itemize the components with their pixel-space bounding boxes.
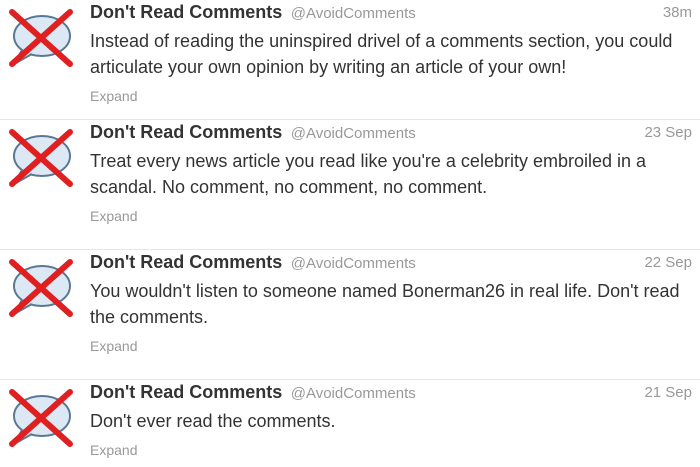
author-name[interactable]: Don't Read Comments [90, 252, 282, 272]
expand-link[interactable]: Expand [90, 338, 692, 354]
crossed-out-speech-bubble-icon[interactable] [8, 8, 74, 68]
crossed-out-speech-bubble-icon[interactable] [8, 388, 74, 448]
author-handle[interactable]: @AvoidComments [291, 125, 416, 142]
tweet[interactable]: Don't Read Comments @AvoidComments 38m I… [0, 0, 700, 120]
tweet-text: Instead of reading the uninspired drivel… [90, 31, 673, 77]
author-handle[interactable]: @AvoidComments [291, 5, 416, 22]
tweet[interactable]: Don't Read Comments @AvoidComments 22 Se… [0, 250, 700, 380]
tweet[interactable]: Don't Read Comments @AvoidComments 21 Se… [0, 380, 700, 467]
tweet-text: You wouldn't listen to someone named Bon… [90, 281, 680, 327]
tweet-text: Don't ever read the comments. [90, 411, 336, 431]
expand-link[interactable]: Expand [90, 88, 692, 104]
tweet-timestamp[interactable]: 23 Sep [644, 124, 692, 141]
tweet-timestamp[interactable]: 38m [663, 4, 692, 21]
crossed-out-speech-bubble-icon[interactable] [8, 258, 74, 318]
author-name[interactable]: Don't Read Comments [90, 382, 282, 402]
tweet-feed: Don't Read Comments @AvoidComments 38m I… [0, 0, 700, 467]
tweet-text: Treat every news article you read like y… [90, 151, 647, 197]
author-name[interactable]: Don't Read Comments [90, 122, 282, 142]
expand-link[interactable]: Expand [90, 208, 692, 224]
expand-link[interactable]: Expand [90, 442, 692, 458]
author-name[interactable]: Don't Read Comments [90, 2, 282, 22]
author-handle[interactable]: @AvoidComments [291, 255, 416, 272]
author-handle[interactable]: @AvoidComments [291, 385, 416, 402]
tweet-timestamp[interactable]: 22 Sep [644, 254, 692, 271]
tweet-timestamp[interactable]: 21 Sep [644, 384, 692, 401]
tweet[interactable]: Don't Read Comments @AvoidComments 23 Se… [0, 120, 700, 250]
crossed-out-speech-bubble-icon[interactable] [8, 128, 74, 188]
